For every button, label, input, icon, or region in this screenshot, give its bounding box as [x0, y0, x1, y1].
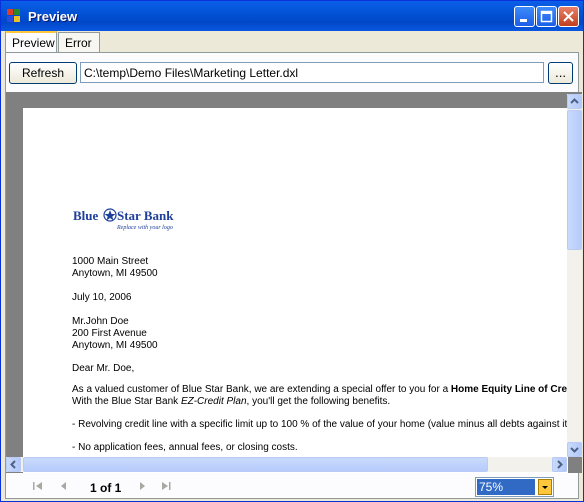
vertical-scrollbar[interactable] [567, 94, 582, 457]
horizontal-scroll-thumb[interactable] [23, 457, 488, 472]
chevron-down-icon [542, 486, 548, 489]
last-page-button[interactable] [159, 478, 173, 494]
close-button[interactable] [558, 6, 579, 27]
previous-page-icon [61, 482, 66, 490]
body-line-2-text: With the Blue Star Bank [72, 396, 181, 407]
maximize-button[interactable] [536, 6, 557, 27]
file-path-field[interactable]: C:\temp\Demo Files\Marketing Letter.dxl [80, 62, 544, 83]
letter-date: July 10, 2006 [72, 292, 132, 303]
vertical-scroll-thumb[interactable] [567, 110, 582, 250]
recipient-name: Mr.John Doe [72, 316, 129, 327]
next-page-button[interactable] [135, 478, 149, 494]
svg-text:Blue: Blue [73, 208, 99, 223]
preview-window: Preview Preview Error Refresh C:\temp\De… [0, 0, 584, 502]
scroll-up-button[interactable] [567, 94, 582, 109]
chevron-up-icon [570, 98, 579, 104]
body-line-2: With the Blue Star Bank EZ-Credit Plan, … [72, 396, 390, 407]
window-title: Preview [28, 9, 78, 24]
svg-text:Replace with your logo: Replace with your logo [116, 225, 173, 231]
logo-graphic: Blue Star Bank Replace with your logo [73, 208, 174, 231]
chevron-down-icon [570, 447, 579, 453]
maximize-icon [540, 10, 553, 23]
scroll-down-button[interactable] [567, 442, 582, 457]
body-line-1: As a valued customer of Blue Star Bank, … [72, 384, 567, 395]
zoom-value: 75% [477, 479, 535, 495]
address-line-1: 1000 Main Street [72, 256, 149, 267]
tab-error[interactable]: Error [58, 32, 100, 52]
scroll-right-button[interactable] [552, 457, 567, 472]
scroll-left-button[interactable] [6, 457, 21, 472]
chevron-right-icon [557, 460, 563, 469]
recipient-street: 200 First Avenue [72, 328, 147, 339]
title-bar[interactable]: Preview [1, 1, 583, 31]
bank-logo: Blue Star Bank Replace with your logo [73, 208, 183, 237]
app-icon [7, 9, 21, 23]
page-indicator: 1 of 1 [90, 481, 122, 495]
svg-text:Star Bank: Star Bank [117, 208, 174, 223]
browse-button[interactable]: ... [548, 62, 573, 84]
body-line-1-bold: Home Equity Line of Cre [450, 384, 568, 395]
document-page: Blue Star Bank Replace with your logo 10… [23, 108, 568, 473]
close-icon [563, 11, 574, 22]
chevron-left-icon [10, 460, 16, 469]
minimize-icon [520, 19, 527, 22]
zoom-select[interactable]: 75% [475, 477, 554, 497]
previous-page-button[interactable] [57, 478, 71, 494]
last-page-icon [162, 482, 171, 490]
document-viewer[interactable]: Blue Star Bank Replace with your logo 10… [6, 92, 582, 473]
salutation: Dear Mr. Doe, [72, 363, 135, 374]
first-page-button[interactable] [31, 478, 45, 494]
body-line-2-italic: EZ-Credit Plan [180, 396, 247, 407]
refresh-button[interactable]: Refresh [9, 62, 77, 84]
horizontal-scrollbar[interactable] [6, 457, 567, 472]
next-page-icon [140, 482, 145, 490]
body-line-1-text: As a valued customer of Blue Star Bank, … [72, 384, 451, 395]
recipient-city: Anytown, MI 49500 [72, 340, 158, 351]
benefit-2: - No application fees, annual fees, or c… [72, 442, 298, 453]
first-page-icon [33, 482, 42, 490]
tab-preview[interactable]: Preview [5, 31, 57, 53]
benefit-1: - Revolving credit line with a specific … [72, 419, 568, 430]
address-line-2: Anytown, MI 49500 [72, 268, 158, 279]
minimize-button[interactable] [514, 6, 535, 27]
body-line-2-after: , you'll get the following benefits. [246, 396, 391, 407]
zoom-dropdown-button[interactable] [538, 479, 552, 495]
